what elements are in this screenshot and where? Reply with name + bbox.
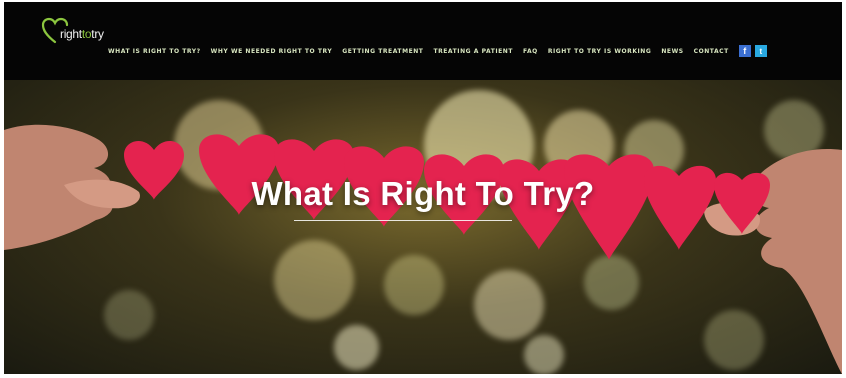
hero-banner: What Is Right To Try? (4, 80, 842, 374)
nav-what-is-right-to-try[interactable]: WHAT IS RIGHT TO TRY? (108, 48, 201, 55)
logo-text: righttotry (60, 27, 104, 41)
facebook-icon[interactable]: f (738, 45, 751, 57)
nav-news[interactable]: NEWS (661, 48, 683, 55)
page-frame: righttotry WHAT IS RIGHT TO TRY? WHY WE … (4, 2, 842, 374)
nav-right-to-try-is-working[interactable]: RIGHT TO TRY IS WORKING (548, 48, 652, 55)
site-logo[interactable]: righttotry (40, 16, 150, 46)
twitter-icon[interactable]: t (754, 45, 767, 57)
nav-contact[interactable]: CONTACT (694, 48, 729, 55)
site-header: righttotry WHAT IS RIGHT TO TRY? WHY WE … (4, 2, 842, 80)
hero-title: What Is Right To Try? (251, 175, 595, 212)
nav-faq[interactable]: FAQ (523, 48, 538, 55)
main-nav: WHAT IS RIGHT TO TRY? WHY WE NEEDED RIGH… (108, 45, 767, 57)
hearts-and-hands-illustration (4, 124, 842, 374)
nav-treating-a-patient[interactable]: TREATING A PATIENT (433, 48, 513, 55)
title-underline (294, 220, 512, 221)
nav-why-we-needed[interactable]: WHY WE NEEDED RIGHT TO TRY (211, 48, 333, 55)
nav-getting-treatment[interactable]: GETTING TREATMENT (342, 48, 423, 55)
social-links: f t (738, 45, 767, 57)
